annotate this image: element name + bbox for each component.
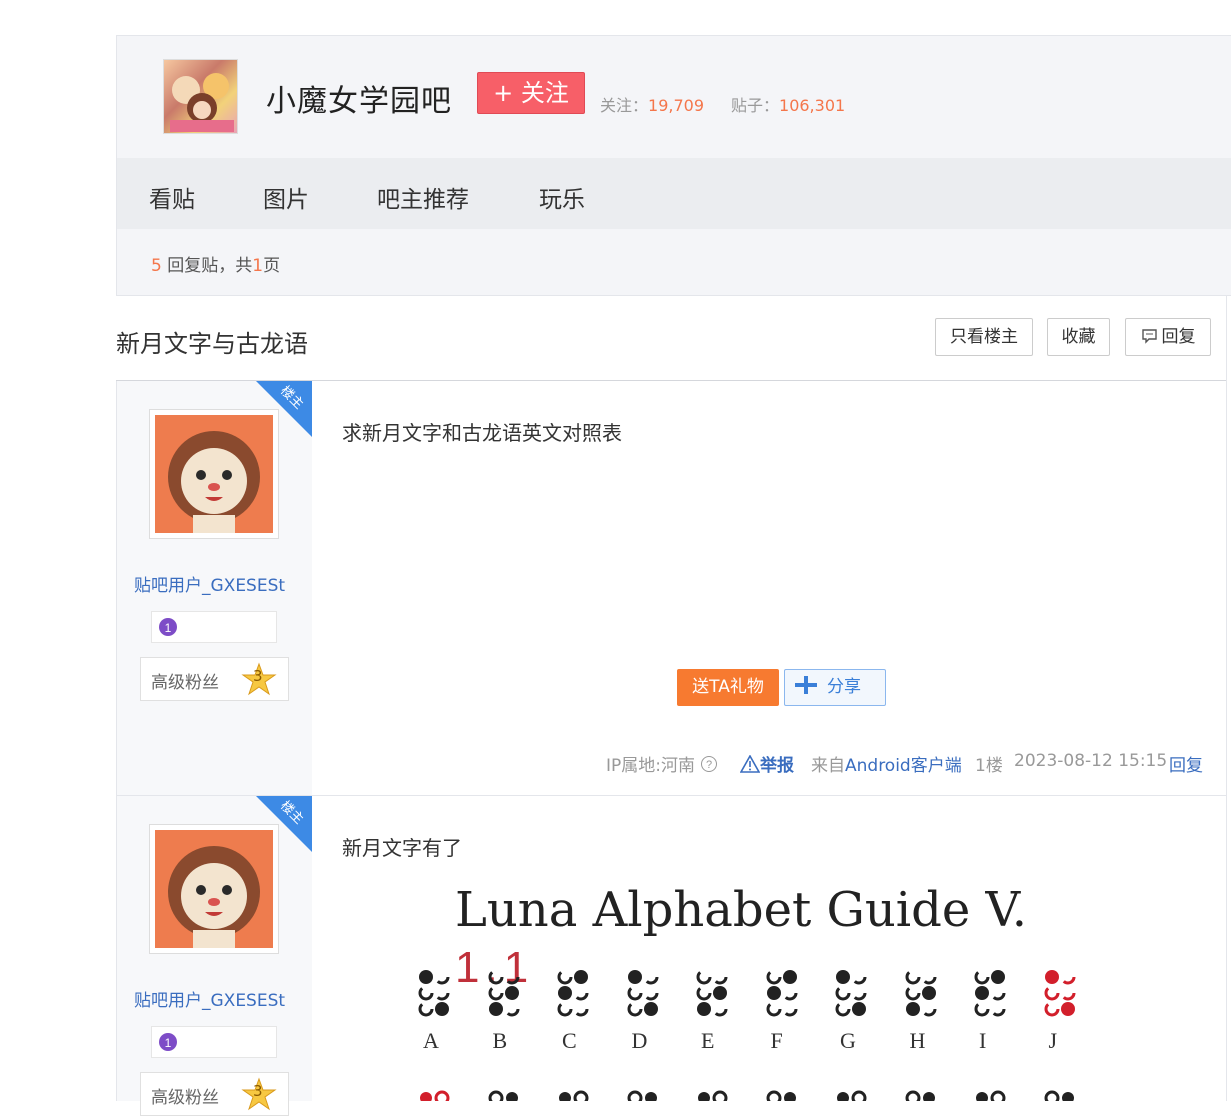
- luna-letter: F: [770, 1028, 783, 1053]
- content-border: [1226, 295, 1227, 1101]
- posts-label: 贴子：: [731, 96, 780, 115]
- client-source: 来自Android客户端: [811, 751, 962, 776]
- help-icon[interactable]: ?: [700, 755, 718, 778]
- luna-glyph: [488, 1090, 518, 1101]
- luna-glyph: [974, 969, 1006, 1017]
- post-time: 2023-08-12 15:15: [1014, 751, 1168, 771]
- luna-letter: G: [840, 1028, 856, 1053]
- fan-level-box[interactable]: 高级粉丝 3: [140, 1072, 289, 1116]
- tab-images[interactable]: 图片: [263, 180, 309, 214]
- share-label: 分享: [827, 677, 861, 697]
- page-number: 1: [252, 256, 264, 276]
- svg-text:?: ?: [706, 759, 712, 771]
- luna-glyph: [1044, 969, 1075, 1017]
- page-text: 页: [263, 256, 281, 276]
- luna-glyph: [696, 969, 728, 1017]
- luna-glyph: [766, 969, 797, 1017]
- luna-letter: H: [909, 1028, 926, 1053]
- luna-glyph: [905, 1090, 935, 1101]
- followers-stat: 关注：19,709: [600, 92, 704, 116]
- luna-letter: E: [701, 1028, 715, 1053]
- reply-button[interactable]: 回复: [1125, 318, 1211, 356]
- reply-button-label: 回复: [1161, 327, 1196, 347]
- luna-glyph: [1044, 1090, 1074, 1101]
- level-badge: 1: [151, 1026, 277, 1058]
- luna-letter: C: [562, 1028, 577, 1053]
- send-gift-button[interactable]: 送TA礼物: [677, 669, 779, 706]
- luna-letter: B: [492, 1028, 508, 1053]
- reply-text: 回复贴，共: [161, 256, 253, 276]
- tab-recommended[interactable]: 吧主推荐: [377, 180, 469, 214]
- fan-level-number: 3: [253, 667, 263, 685]
- report-link[interactable]: 举报: [739, 751, 794, 778]
- lion-avatar-icon: [155, 830, 273, 948]
- post-meta: IP属地:河南 ?: [606, 751, 718, 778]
- luna-letter: J: [1048, 1028, 1058, 1053]
- tab-posts[interactable]: 看贴: [149, 180, 195, 214]
- reply-link[interactable]: 回复: [1169, 751, 1203, 776]
- follow-button[interactable]: + 关注: [477, 72, 585, 114]
- luna-glyph: [557, 969, 589, 1017]
- client-link[interactable]: Android客户端: [845, 756, 962, 776]
- level-badge-icon: 1: [159, 618, 177, 636]
- luna-title-text: Luna Alphabet Guide V.: [455, 882, 1028, 938]
- comment-icon: [1141, 321, 1158, 357]
- forum-avatar[interactable]: [163, 59, 238, 134]
- reply-number: 5: [151, 256, 162, 276]
- report-label: 举报: [760, 756, 794, 776]
- posts-count: 106,301: [779, 96, 846, 115]
- reply-count-bar: [116, 229, 1231, 296]
- post-content: 新月文字有了: [342, 836, 462, 860]
- followers-count: 19,709: [648, 96, 704, 115]
- forum-avatar-art: [170, 73, 234, 132]
- level-badge-icon: 1: [159, 1033, 177, 1051]
- floor-number: 1楼: [975, 756, 1003, 776]
- favorite-button[interactable]: 收藏: [1047, 318, 1110, 356]
- luna-glyph: [559, 1090, 589, 1101]
- luna-letter: A: [423, 1028, 439, 1053]
- thread-title: 新月文字与古龙语: [116, 330, 308, 358]
- share-button[interactable]: 分享: [784, 669, 886, 706]
- posts-stat: 贴子：106,301: [731, 92, 845, 116]
- luna-glyph: [835, 969, 867, 1017]
- post-content: 求新月文字和古龙语英文对照表: [342, 421, 622, 445]
- luna-glyph: [488, 969, 519, 1017]
- tab-fun[interactable]: 玩乐: [539, 180, 585, 214]
- warning-icon: [739, 754, 761, 778]
- avatar[interactable]: [149, 824, 279, 954]
- followers-label: 关注：: [600, 96, 649, 115]
- luna-glyph: [418, 969, 450, 1017]
- username[interactable]: 贴吧用户_GXESESt: [134, 986, 285, 1011]
- fan-level-number: 3: [253, 1082, 263, 1100]
- fan-level-label: 高级粉丝: [151, 673, 219, 693]
- from-prefix: 来自: [811, 756, 845, 776]
- luna-letter: I: [979, 1028, 987, 1053]
- luna-glyph: [766, 1090, 796, 1101]
- only-op-button[interactable]: 只看楼主: [935, 318, 1033, 356]
- reply-count: 5 回复贴，共1页: [151, 251, 280, 276]
- luna-alphabet-image[interactable]: Luna Alphabet Guide V. 1.1 ABCDEFGHIJ: [400, 870, 1090, 1101]
- luna-letter: D: [631, 1028, 648, 1053]
- fan-level-label: 高级粉丝: [151, 1088, 219, 1108]
- share-icon: [793, 673, 819, 708]
- avatar[interactable]: [149, 409, 279, 539]
- luna-glyph: [905, 969, 936, 1017]
- level-badge: 1: [151, 611, 277, 643]
- svg-text:1: 1: [165, 1036, 172, 1050]
- luna-glyph: [976, 1090, 1006, 1101]
- username[interactable]: 贴吧用户_GXESESt: [134, 571, 285, 596]
- luna-glyph: [627, 969, 658, 1017]
- lion-avatar-icon: [155, 415, 273, 533]
- ip-location: IP属地:河南: [606, 756, 695, 776]
- svg-text:1: 1: [165, 621, 172, 635]
- luna-glyph: [698, 1090, 728, 1101]
- luna-glyph: [627, 1090, 657, 1101]
- forum-name[interactable]: 小魔女学园吧: [266, 76, 452, 120]
- luna-glyph: [837, 1090, 867, 1101]
- luna-glyph: [420, 1090, 450, 1101]
- fan-level-box[interactable]: 高级粉丝 3: [140, 657, 289, 701]
